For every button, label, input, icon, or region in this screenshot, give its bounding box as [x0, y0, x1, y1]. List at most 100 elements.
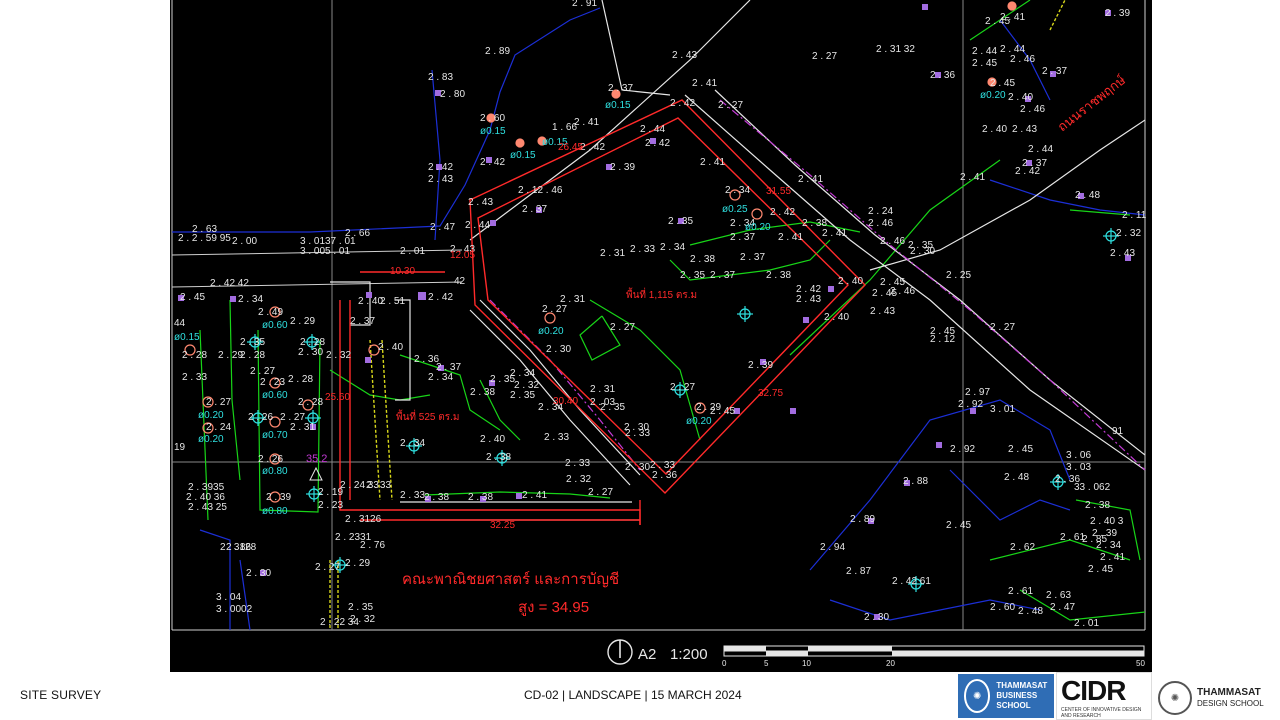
svg-text:30.40: 30.40 [553, 396, 578, 407]
svg-text:2 . 45: 2 . 45 [1008, 444, 1033, 455]
svg-text:2 . 36: 2 . 36 [652, 470, 677, 481]
svg-text:2 . 92: 2 . 92 [950, 444, 975, 455]
svg-text:2 . 40 3: 2 . 40 3 [1090, 516, 1124, 527]
level-mark: 35.2 [306, 453, 327, 465]
svg-text:2 . 43: 2 . 43 [428, 174, 453, 185]
svg-text:2 . 29: 2 . 29 [290, 316, 315, 327]
svg-text:2 . 27: 2 . 27 [610, 322, 635, 333]
svg-text:2 . 29: 2 . 29 [345, 558, 370, 569]
svg-text:2 . 44: 2 . 44 [972, 46, 997, 57]
svg-text:25.60: 25.60 [325, 392, 350, 403]
svg-text:2 . 27: 2 . 27 [542, 304, 567, 315]
svg-text:32.75: 32.75 [758, 388, 783, 399]
svg-text:ø0.20: ø0.20 [198, 410, 224, 421]
drawing-scale: 1:200 [670, 646, 708, 663]
svg-text:2 . 42: 2 . 42 [1015, 166, 1040, 177]
svg-text:2 . 35: 2 . 35 [240, 337, 265, 348]
svg-text:2 . 46: 2 . 46 [868, 218, 893, 229]
svg-text:2 . 11: 2 . 11 [1122, 210, 1147, 221]
svg-text:19: 19 [174, 442, 186, 453]
svg-text:2 . 38: 2 . 38 [486, 452, 511, 463]
svg-text:2 . 41: 2 . 41 [960, 172, 985, 183]
building-name: คณะพาณิชยศาสตร์ และการบัญชี [402, 571, 619, 588]
cidr-logo-mark: CIDR [1061, 675, 1126, 706]
svg-text:2 . 91: 2 . 91 [572, 0, 597, 9]
svg-text:ø0.20: ø0.20 [686, 416, 712, 427]
svg-text:ø0.20: ø0.20 [538, 326, 564, 337]
svg-text:2 . 32: 2 . 32 [350, 614, 375, 625]
cidr-logo: CIDR CENTER OF INNOVATIVE DESIGN AND RES… [1056, 672, 1152, 720]
svg-text:2 . 63: 2 . 63 [1046, 590, 1071, 601]
thammasat-design-school-logo: ✺ THAMMASAT DESIGN SCHOOL [1158, 680, 1276, 716]
svg-text:2 . 43 25: 2 . 43 25 [188, 502, 227, 513]
svg-text:2 . 42: 2 . 42 [770, 207, 795, 218]
svg-text:2 . 41: 2 . 41 [574, 117, 599, 128]
dimension-labels: 26.45 31.55 12.05 10.30 30.40 32.75 25.6… [325, 72, 1129, 616]
svg-text:33 . 062: 33 . 062 [1074, 482, 1111, 493]
svg-text:2 . 42 61: 2 . 42 61 [892, 576, 931, 587]
svg-text:2 . 38: 2 . 38 [690, 254, 715, 265]
svg-text:2 . 31: 2 . 31 [560, 294, 585, 305]
svg-text:2 . 61: 2 . 61 [1008, 586, 1033, 597]
svg-text:2 . 37: 2 . 37 [608, 83, 633, 94]
svg-text:2 . 39: 2 . 39 [266, 492, 291, 503]
svg-text:2 . 37: 2 . 37 [730, 232, 755, 243]
svg-text:2 . 45: 2 . 45 [872, 288, 897, 299]
svg-text:2 . 37: 2 . 37 [710, 270, 735, 281]
svg-text:2 . 32: 2 . 32 [326, 350, 351, 361]
svg-text:2 . 28: 2 . 28 [182, 350, 207, 361]
svg-text:2 . 37: 2 . 37 [350, 316, 375, 327]
svg-text:2 . 30: 2 . 30 [910, 246, 935, 257]
seal-icon: ✺ [964, 679, 991, 713]
svg-text:ø0.20: ø0.20 [198, 434, 224, 445]
svg-text:2 . 46: 2 . 46 [1010, 54, 1035, 65]
svg-text:91: 91 [1112, 426, 1124, 437]
svg-text:2 . 27: 2 . 27 [812, 51, 837, 62]
svg-text:2 . 38: 2 . 38 [470, 387, 495, 398]
svg-text:2 . 43: 2 . 43 [672, 50, 697, 61]
svg-text:2 . 48: 2 . 48 [1075, 190, 1100, 201]
svg-text:2 . 28: 2 . 28 [240, 350, 265, 361]
svg-text:2 . 34: 2 . 34 [428, 372, 453, 383]
tds-logo-line1: THAMMASAT [1197, 687, 1261, 698]
svg-text:2 . 01: 2 . 01 [1074, 618, 1099, 629]
svg-text:2 . 40: 2 . 40 [838, 276, 863, 287]
svg-text:2 . 12: 2 . 12 [930, 334, 955, 345]
svg-text:2 . 31 32: 2 . 31 32 [876, 44, 915, 55]
svg-text:3 . 03: 3 . 03 [1066, 462, 1091, 473]
svg-text:2 . 51: 2 . 51 [380, 296, 405, 307]
svg-text:2 . 76: 2 . 76 [360, 540, 385, 551]
tbs-logo-line1: THAMMASAT [996, 681, 1048, 690]
svg-text:2 . 3126: 2 . 3126 [345, 514, 382, 525]
svg-text:ø0.80: ø0.80 [262, 506, 288, 517]
svg-text:2 . 40: 2 . 40 [982, 124, 1007, 135]
svg-text:2 . 2 . 59 95: 2 . 2 . 59 95 [178, 233, 231, 244]
svg-text:2 . 36: 2 . 36 [930, 70, 955, 81]
svg-text:2 . 35: 2 . 35 [668, 216, 693, 227]
svg-text:2 . 41: 2 . 41 [522, 490, 547, 501]
svg-text:3 . 04: 3 . 04 [216, 592, 241, 603]
svg-text:2 . 33: 2 . 33 [630, 244, 655, 255]
svg-text:2 . 28: 2 . 28 [298, 397, 323, 408]
svg-text:ø0.70: ø0.70 [262, 430, 288, 441]
svg-text:ø0.20: ø0.20 [745, 222, 771, 233]
svg-text:2 . 34: 2 . 34 [725, 185, 750, 196]
svg-text:2 . 35: 2 . 35 [348, 602, 373, 613]
svg-text:42: 42 [454, 276, 466, 287]
svg-text:26.45: 26.45 [558, 142, 583, 153]
svg-text:2 . 87: 2 . 87 [846, 566, 871, 577]
svg-text:2 . 45: 2 . 45 [180, 292, 205, 303]
footer-section-title: SITE SURVEY [20, 688, 102, 702]
svg-text:2 . 30: 2 . 30 [298, 347, 323, 358]
svg-text:2 . 44: 2 . 44 [465, 220, 490, 231]
svg-text:2 . 34: 2 . 34 [238, 294, 263, 305]
svg-text:2 . 26: 2 . 26 [258, 454, 283, 465]
svg-text:2 . 89: 2 . 89 [485, 46, 510, 57]
svg-text:32.25: 32.25 [490, 520, 515, 531]
svg-text:2 . 43: 2 . 43 [1110, 248, 1135, 259]
scale-tick-20: 20 [886, 659, 895, 668]
svg-text:2 . 24: 2 . 24 [206, 422, 231, 433]
svg-text:ø0.15: ø0.15 [174, 332, 200, 343]
svg-text:ø0.15: ø0.15 [510, 150, 536, 161]
svg-text:2 . 28: 2 . 28 [288, 374, 313, 385]
